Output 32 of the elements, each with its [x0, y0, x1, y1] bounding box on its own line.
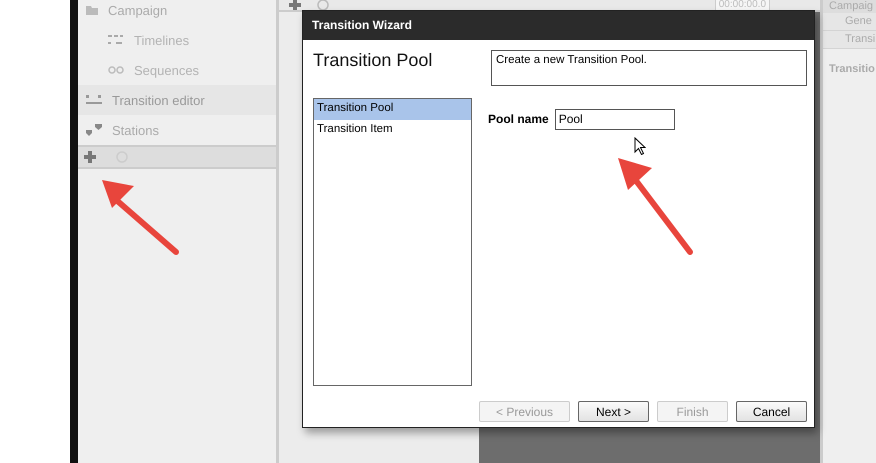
add-icon[interactable]: [289, 0, 301, 10]
panel-heading: Transitio: [828, 63, 876, 75]
cursor-icon: [634, 137, 646, 155]
panel-tab[interactable]: Transi: [823, 31, 876, 49]
timeline-icon: [108, 35, 124, 45]
sidebar-label: Timelines: [134, 32, 190, 48]
sidebar-item[interactable]: Timelines: [78, 25, 276, 55]
folder-icon: [86, 5, 98, 15]
wizard-button[interactable]: Cancel: [736, 401, 807, 422]
sidebar-label: Sequences: [134, 62, 200, 78]
pool-name-field[interactable]: Pool: [554, 108, 675, 130]
sidebar-label: Transition editor: [112, 92, 205, 108]
dialog-title: Transition Wizard: [303, 11, 814, 40]
loop-icon: [108, 66, 124, 74]
field-label: Pool name: [488, 112, 549, 126]
step-item[interactable]: Transition Pool: [314, 99, 471, 120]
remove-icon[interactable]: [317, 0, 329, 10]
transition-icon: [86, 95, 102, 105]
wizard-button[interactable]: Next >: [578, 401, 649, 422]
sidebar-item[interactable]: Transition editor: [78, 85, 276, 115]
step-item[interactable]: Transition Item: [314, 120, 471, 141]
sidebar-item[interactable]: Stations: [78, 115, 276, 145]
sidebar-label: Stations: [112, 122, 159, 138]
sidebar-item[interactable]: Sequences: [78, 55, 276, 85]
stations-icon: [86, 124, 102, 136]
step-title: Transition Pool: [313, 50, 432, 72]
description-box: Create a new Transition Pool.: [491, 50, 807, 86]
time-field[interactable]: 00:00:00.0: [714, 0, 770, 10]
sidebar-item[interactable]: Campaign: [78, 0, 276, 25]
sidebar-label: Campaign: [108, 2, 168, 18]
panel-tab[interactable]: Gene: [823, 13, 876, 31]
add-icon[interactable]: [84, 151, 96, 163]
